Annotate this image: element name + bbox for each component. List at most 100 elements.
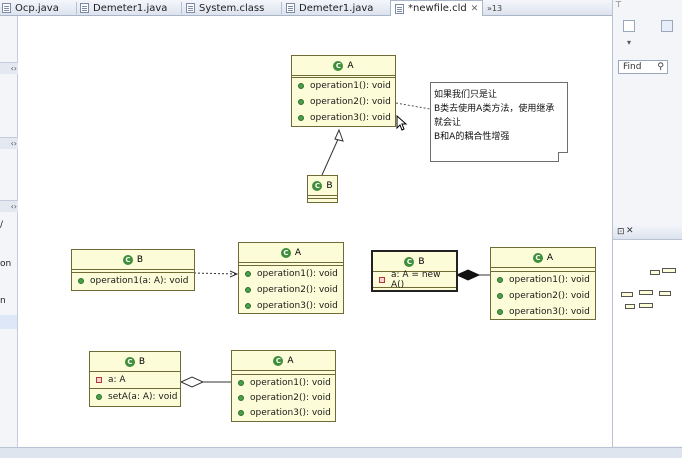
class-box-a-composition[interactable]: C A operation1(): void operation2(): voi…	[490, 247, 596, 320]
public-method-icon	[238, 409, 244, 416]
methods-section: operation1(): void operation2(): void op…	[232, 375, 335, 420]
method-label: operation3(): void	[509, 307, 590, 317]
method-label: operation1(): void	[257, 269, 338, 279]
status-bar	[0, 447, 682, 458]
outline-view-header: ⊡ ✕	[613, 224, 682, 240]
inheritance-arrowhead	[334, 128, 344, 142]
note-text: 如果我们只是让	[434, 90, 498, 100]
class-name: A	[287, 355, 294, 366]
class-name: B	[326, 180, 333, 191]
class-header: C A	[491, 248, 595, 268]
class-name: B	[418, 256, 425, 267]
class-icon: C	[273, 355, 284, 366]
dependency-line	[193, 272, 237, 275]
close-view-icon[interactable]: ✕	[626, 226, 634, 236]
note-connector	[395, 102, 431, 110]
fields-section: a: A = new A()	[373, 269, 456, 290]
public-method-icon	[497, 277, 503, 283]
methods-section: operation1(a: A): void	[72, 273, 194, 289]
note-fold-corner	[558, 152, 568, 162]
class-box-b-dependency[interactable]: C B operation1(a: A): void	[71, 249, 195, 291]
class-name: A	[347, 60, 354, 71]
outline-mini-class	[639, 290, 653, 295]
public-method-icon	[245, 303, 251, 309]
private-field-icon	[379, 276, 385, 283]
class-icon: C	[312, 180, 323, 191]
outline-thumbnail[interactable]	[613, 240, 682, 446]
new-item-icon[interactable]	[623, 20, 635, 32]
method-label: operation1(): void	[310, 81, 391, 91]
class-icon: C	[404, 256, 415, 267]
class-icon: C	[532, 252, 543, 263]
class-header: C A	[239, 243, 343, 263]
class-icon: C	[333, 60, 344, 71]
pin-icon[interactable]: ⊤	[615, 0, 622, 9]
public-method-icon	[497, 309, 503, 315]
class-name: A	[546, 252, 554, 263]
class-header: C B	[308, 176, 337, 196]
outline-mini-class	[662, 268, 676, 273]
class-name: B	[138, 356, 146, 367]
method-label: operation1(): void	[250, 377, 331, 388]
public-method-icon	[78, 278, 84, 284]
class-header: C B	[72, 250, 194, 270]
search-icon: ⚲	[657, 62, 664, 72]
outline-mini-class	[659, 291, 671, 296]
public-method-icon	[298, 83, 304, 89]
mouse-cursor-icon	[396, 115, 408, 131]
inheritance-line	[321, 136, 340, 176]
method-label: operation3(): void	[250, 407, 331, 418]
methods-section: operation1(): void operation2(): void op…	[239, 266, 343, 314]
class-header: C B	[90, 352, 180, 372]
class-name: B	[136, 254, 144, 265]
method-label: operation3(): void	[310, 113, 391, 123]
class-icon: C	[124, 356, 135, 367]
chevron-down-icon[interactable]: ▾	[627, 38, 631, 47]
public-method-icon	[96, 394, 102, 400]
method-label: operation1(): void	[509, 275, 590, 285]
note-text: 就会让	[434, 118, 462, 128]
field-label: a: A = new A()	[391, 269, 441, 290]
class-box-b-top[interactable]: C B	[307, 175, 338, 203]
class-name: A	[294, 247, 302, 258]
method-label: operation2(): void	[310, 97, 391, 107]
class-icon: C	[280, 247, 291, 258]
class-box-b-composition[interactable]: C B a: A = new A()	[371, 250, 458, 292]
class-header: C A	[232, 351, 335, 371]
outline-mini-class	[639, 303, 653, 308]
outline-mini-class	[650, 270, 660, 275]
class-header: C A	[292, 56, 395, 76]
diagram-note[interactable]: 如果我们只是让 B类去使用A类方法，使用继承 就会让 B和A的耦合性增强	[430, 82, 568, 162]
methods-section: operation1(): void operation2(): void op…	[292, 78, 395, 126]
public-method-icon	[497, 293, 503, 299]
method-label: operation2(): void	[250, 392, 331, 403]
class-icon: C	[122, 254, 133, 265]
method-label: operation3(): void	[257, 301, 338, 311]
composition-diamond	[455, 269, 481, 281]
class-box-a-top[interactable]: C A operation1(): void operation2(): voi…	[291, 55, 396, 127]
toggle-view-icon[interactable]	[661, 20, 673, 32]
class-box-a-dependency[interactable]: C A operation1(): void operation2(): voi…	[238, 242, 344, 314]
methods-section: operation1(): void operation2(): void op…	[491, 272, 595, 320]
find-input[interactable]: Find ⚲	[618, 60, 668, 74]
outline-mini-class	[621, 292, 633, 297]
class-box-b-aggregation[interactable]: C B a: A setA(a: A): void	[89, 351, 181, 407]
aggregation-diamond	[179, 376, 205, 388]
class-box-a-aggregation[interactable]: C A operation1(): void operation2(): voi…	[231, 350, 336, 422]
method-label: operation1(a: A): void	[90, 276, 189, 286]
outline-mini-class	[625, 304, 635, 309]
note-text: B类去使用A类方法，使用继承	[434, 104, 555, 114]
note-text: B和A的耦合性增强	[434, 132, 510, 142]
public-method-icon	[238, 379, 244, 386]
private-field-icon	[96, 377, 102, 383]
public-method-icon	[238, 394, 244, 401]
method-label: setA(a: A): void	[108, 392, 178, 402]
public-method-icon	[298, 99, 304, 105]
public-method-icon	[245, 271, 251, 277]
method-label: operation2(): void	[509, 291, 590, 301]
method-label: operation2(): void	[257, 285, 338, 295]
public-method-icon	[245, 287, 251, 293]
outline-view-icon: ⊡	[617, 227, 625, 237]
fields-section: a: A	[90, 372, 180, 389]
methods-section: setA(a: A): void	[90, 389, 180, 405]
